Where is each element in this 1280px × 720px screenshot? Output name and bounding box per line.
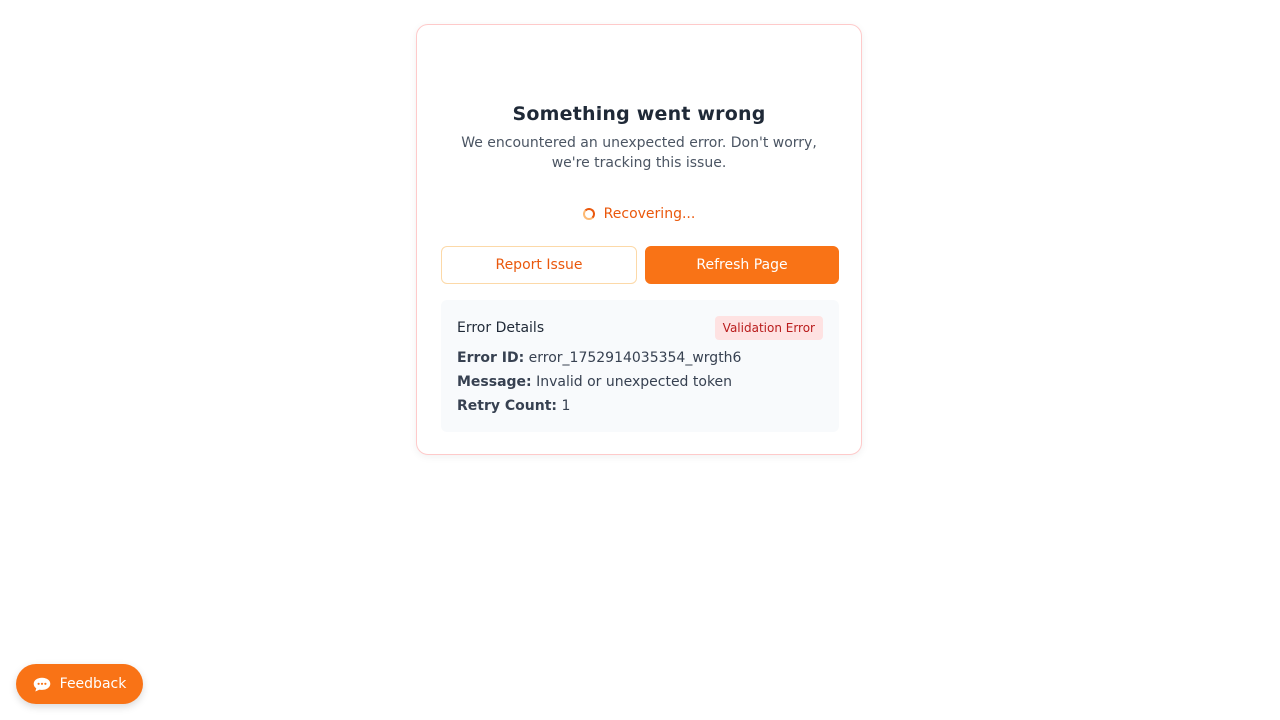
error-id-value: error_1752914035354_wrgth6	[528, 350, 742, 366]
spinner-icon	[582, 208, 595, 220]
error-title: Something went wrong	[512, 103, 766, 125]
error-id-row: Error ID: error_1752914035354_wrgth6	[457, 350, 741, 366]
report-issue-button[interactable]: Report Issue	[441, 246, 637, 284]
error-id-label: Error ID:	[457, 350, 525, 366]
retry-count-row: Retry Count: 1	[457, 398, 570, 414]
retry-count-label: Retry Count:	[457, 398, 557, 414]
feedback-button[interactable]: Feedback	[16, 664, 143, 704]
error-details-title: Error Details	[457, 320, 545, 336]
recovering-status: Recovering...	[417, 206, 861, 222]
feedback-label: Feedback	[59, 676, 127, 692]
recovering-text: Recovering...	[603, 206, 696, 222]
message-value: Invalid or unexpected token	[536, 374, 733, 390]
error-card: Something went wrong We encountered an u…	[416, 24, 862, 455]
speech-bubble-icon	[33, 677, 50, 692]
error-type-badge: Validation Error	[714, 316, 823, 340]
error-subtitle: We encountered an unexpected error. Don'…	[461, 135, 817, 171]
message-label: Message:	[457, 374, 532, 390]
error-details-panel: Error Details Validation Error Error ID:…	[441, 300, 839, 432]
message-row: Message: Invalid or unexpected token	[457, 374, 732, 390]
retry-count-value: 1	[561, 398, 571, 414]
refresh-page-button[interactable]: Refresh Page	[645, 246, 839, 284]
